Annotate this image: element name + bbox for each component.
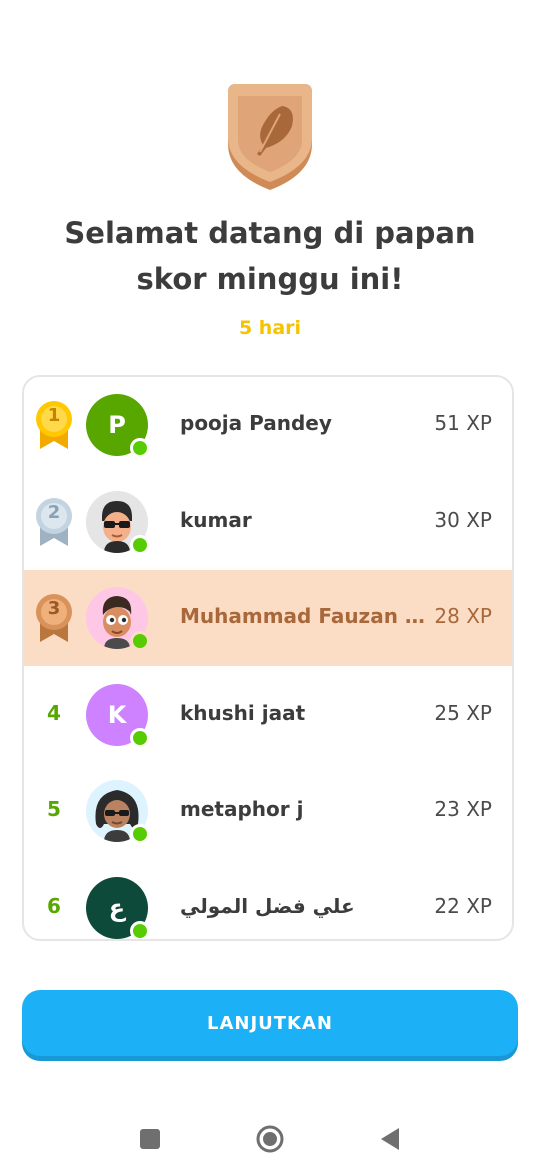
user-name: علي فضل المولي xyxy=(180,893,355,918)
avatar[interactable] xyxy=(86,490,150,555)
user-name: Muhammad Fauzan A... xyxy=(180,604,430,628)
rank-number: 4 xyxy=(47,700,61,725)
leaderboard-row[interactable]: 3 Muhammad Fauzan A... 28 XP xyxy=(24,570,512,666)
leaderboard-row[interactable]: 2 kumar 30 XP xyxy=(24,474,512,570)
leaderboard: 1 Ppooja Pandey 51 XP 2 kumar 30 XP 3 Muhammad … xyxy=(22,375,514,941)
avatar-initial: ع xyxy=(108,893,126,922)
xp-value: 23 XP xyxy=(434,797,492,821)
online-status-indicator xyxy=(130,727,150,748)
rank-number: 3 xyxy=(47,598,61,619)
rank-number: 1 xyxy=(47,405,61,426)
page-title: Selamat datang di papan skor minggu ini! xyxy=(64,216,476,296)
league-badge-icon xyxy=(220,82,320,192)
rank-number: 2 xyxy=(47,501,61,523)
user-name: khushi jaat xyxy=(180,700,306,725)
avatar[interactable] xyxy=(86,587,150,651)
leaderboard-row[interactable]: 5 metaphor j 23 XP xyxy=(24,763,512,859)
system-navigation-bar xyxy=(0,1112,540,1162)
gold-medal-icon: 1 xyxy=(32,399,76,451)
silver-medal-icon: 2 xyxy=(32,496,76,548)
xp-value: 25 XP xyxy=(434,700,492,725)
xp-value: 30 XP xyxy=(434,507,492,532)
online-status-indicator xyxy=(130,438,150,458)
online-status-indicator xyxy=(130,631,150,651)
online-status-indicator xyxy=(130,920,150,939)
avatar-initial: P xyxy=(108,411,126,439)
avatar[interactable]: ع xyxy=(86,876,150,939)
avatar[interactable]: K xyxy=(86,683,150,748)
leaderboard-row[interactable]: 4 Kkhushi jaat 25 XP xyxy=(24,667,512,763)
xp-value: 28 XP xyxy=(434,604,492,628)
avatar-initial: K xyxy=(107,700,127,729)
leaderboard-row[interactable]: 1 Ppooja Pandey 51 XP xyxy=(24,377,512,473)
online-status-indicator xyxy=(130,534,150,555)
user-name: kumar xyxy=(180,507,252,532)
days-remaining: 5 hari xyxy=(238,317,302,339)
user-name: pooja Pandey xyxy=(180,411,332,435)
xp-value: 22 XP xyxy=(434,893,492,918)
triangle-back-icon[interactable] xyxy=(375,1124,405,1154)
online-status-indicator xyxy=(130,824,150,844)
leaderboard-row[interactable]: 6 ع علي فضل المولي 22 XP xyxy=(24,860,512,939)
continue-button[interactable]: LANJUTKAN xyxy=(22,990,518,1056)
user-name: metaphor j xyxy=(180,797,304,821)
avatar[interactable]: P xyxy=(86,394,150,458)
rank-number: 6 xyxy=(47,893,61,918)
xp-value: 51 XP xyxy=(434,411,492,435)
square-icon[interactable] xyxy=(135,1124,165,1154)
bronze-medal-icon: 3 xyxy=(32,592,76,644)
circle-icon[interactable] xyxy=(255,1124,285,1154)
avatar[interactable] xyxy=(86,780,150,844)
rank-number: 5 xyxy=(47,797,61,821)
